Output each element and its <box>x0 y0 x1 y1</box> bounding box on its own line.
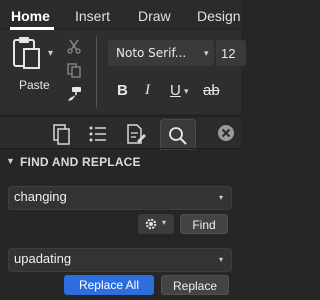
format-painter-icon[interactable] <box>66 86 82 102</box>
ribbon-tab-bar: Home Insert Draw Design <box>0 0 241 30</box>
font-name-value: Noto Serif... <box>116 46 187 60</box>
strikethrough-button[interactable]: ab <box>203 82 220 99</box>
collapse-triangle-icon[interactable]: ▼ <box>6 156 15 166</box>
paste-options-caret-icon[interactable]: ▾ <box>48 48 53 59</box>
underline-button[interactable]: U <box>170 82 181 99</box>
gear-icon <box>145 218 157 230</box>
gear-caret-icon: ▾ <box>162 218 167 227</box>
bold-button[interactable]: B <box>117 82 128 99</box>
replace-history-caret-icon[interactable]: ▾ <box>219 255 223 264</box>
underline-options-caret-icon[interactable]: ▾ <box>184 86 189 97</box>
copy-icon[interactable] <box>66 62 82 78</box>
tab-draw[interactable]: Draw <box>138 8 171 24</box>
replace-all-button[interactable]: Replace All <box>64 275 154 295</box>
font-dropdown-caret-icon[interactable]: ▾ <box>204 48 209 59</box>
panel-title: FIND AND REPLACE <box>20 155 141 169</box>
pages-icon[interactable] <box>50 123 72 145</box>
ribbon-toolbar: ▾ Paste Noto Serif... ▾ 12 B I U ▾ ab <box>0 30 246 114</box>
tab-insert[interactable]: Insert <box>75 8 110 24</box>
list-icon[interactable] <box>87 123 109 145</box>
find-replace-header: ▼ FIND AND REPLACE <box>0 150 241 174</box>
ribbon-divider <box>96 36 97 108</box>
tab-home[interactable]: Home <box>11 8 50 24</box>
sidebar-tab-bar <box>0 116 241 150</box>
close-icon[interactable] <box>216 123 236 143</box>
replace-all-label: Replace All <box>78 278 140 292</box>
replace-input-value: upadating <box>14 251 72 266</box>
edit-icon[interactable] <box>124 123 146 145</box>
find-button[interactable]: Find <box>180 214 228 234</box>
paste-icon[interactable] <box>13 36 41 70</box>
find-button-label: Find <box>192 218 216 232</box>
panel-divider <box>0 148 241 149</box>
paste-label[interactable]: Paste <box>19 78 50 92</box>
tab-find-replace[interactable] <box>160 119 196 150</box>
find-input-value: changing <box>14 189 67 204</box>
font-size-value: 12 <box>221 46 236 61</box>
find-history-caret-icon[interactable]: ▾ <box>219 193 223 202</box>
replace-label: Replace <box>172 279 218 293</box>
find-options-button[interactable]: ▾ <box>138 214 174 234</box>
tab-design[interactable]: Design <box>197 8 241 24</box>
cut-icon[interactable] <box>66 38 82 54</box>
search-icon <box>169 127 187 145</box>
replace-button[interactable]: Replace <box>161 275 229 295</box>
italic-button[interactable]: I <box>145 82 150 99</box>
